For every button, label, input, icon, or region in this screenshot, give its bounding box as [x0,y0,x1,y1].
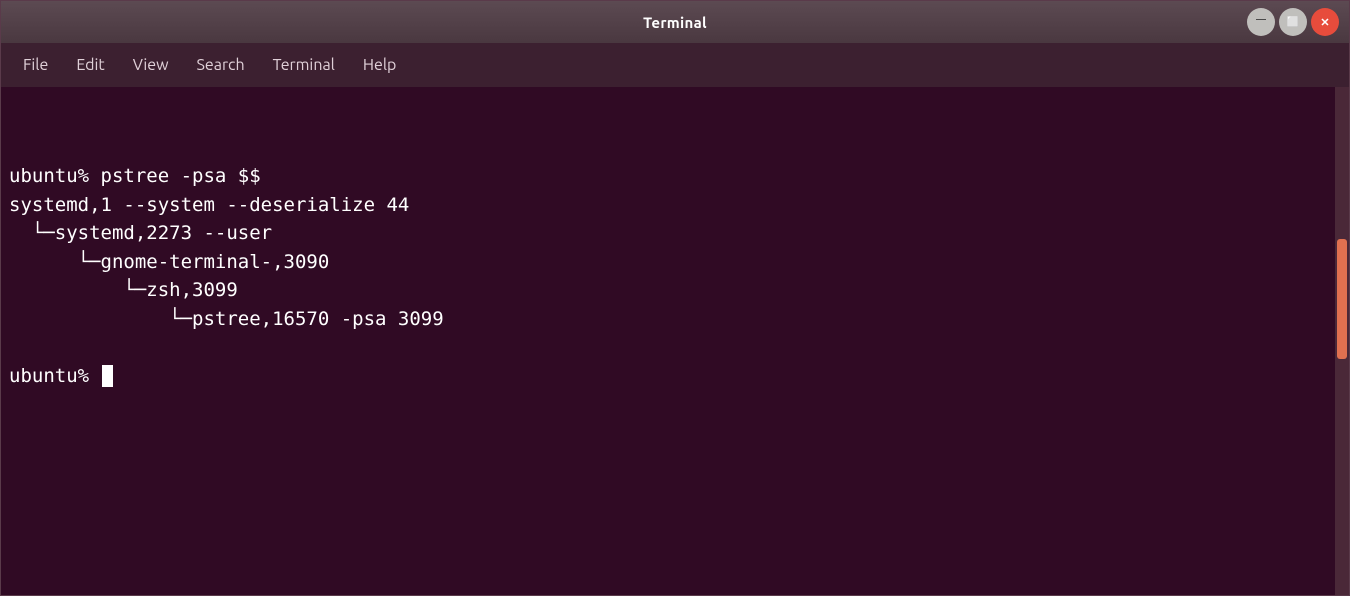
vertical-scrollbar[interactable] [1335,87,1349,595]
window-title: Terminal [643,14,707,31]
menu-help[interactable]: Help [351,50,409,80]
menu-edit[interactable]: Edit [64,50,116,80]
menubar: File Edit View Search Terminal Help [1,43,1349,87]
terminal-cursor [102,365,113,387]
menu-file[interactable]: File [11,50,60,80]
close-button[interactable] [1311,8,1339,36]
maximize-button[interactable] [1279,8,1307,36]
terminal-window: Terminal File Edit View Search Terminal … [0,0,1350,596]
menu-view[interactable]: View [121,50,181,80]
minimize-button[interactable] [1247,8,1275,36]
terminal-output[interactable]: ubuntu% pstree -psa $$ systemd,1 --syste… [1,87,1335,595]
window-controls [1247,8,1339,36]
menu-search[interactable]: Search [185,50,257,80]
scrollbar-thumb[interactable] [1337,239,1347,359]
titlebar: Terminal [1,1,1349,43]
terminal-body[interactable]: ubuntu% pstree -psa $$ systemd,1 --syste… [1,87,1349,595]
menu-terminal[interactable]: Terminal [261,50,347,80]
